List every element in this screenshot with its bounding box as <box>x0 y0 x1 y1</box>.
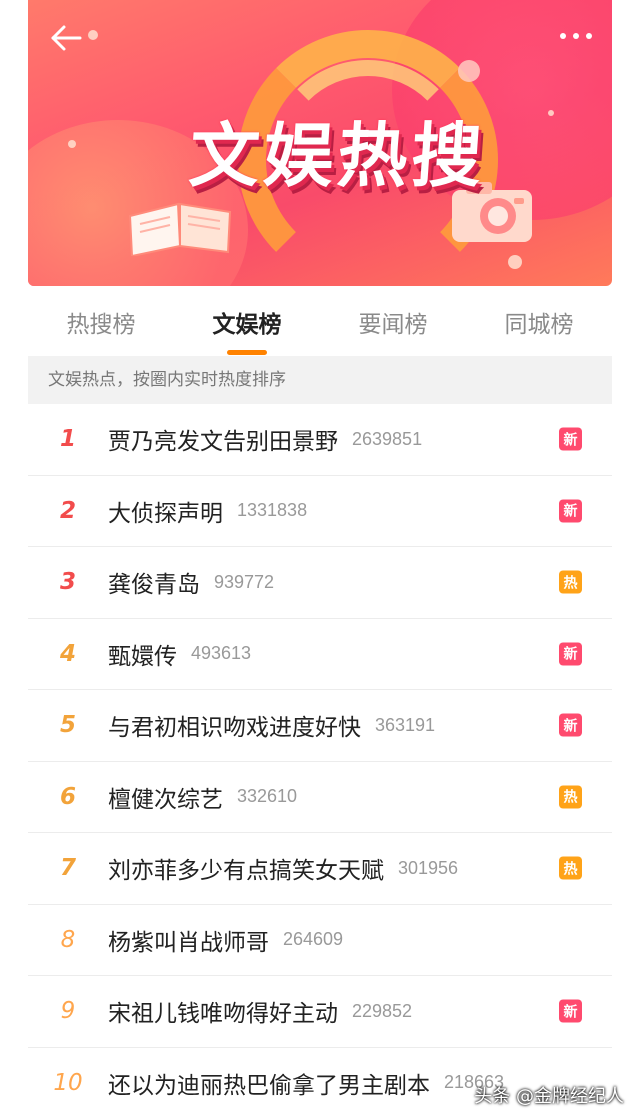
list-item[interactable]: 1 贾乃亮发文告别田景野 2639851 新 <box>28 404 612 476</box>
list-item[interactable]: 6 檀健次综艺 332610 热 <box>28 762 612 833</box>
watermark: 头条 @金牌经纪人 <box>474 1082 624 1108</box>
sparkle-dot <box>458 60 480 82</box>
rank-number: 9 <box>60 998 76 1025</box>
rank-number: 8 <box>60 926 76 953</box>
rank-number: 2 <box>59 497 76 524</box>
more-dots-icon <box>560 33 592 39</box>
topic-title[interactable]: 龚俊青岛 <box>108 565 200 599</box>
rank-number: 4 <box>59 640 76 667</box>
sparkle-dot <box>88 30 98 40</box>
topic-title[interactable]: 宋祖儿钱唯吻得好主动 <box>108 994 338 1028</box>
back-button[interactable] <box>44 18 88 58</box>
topic-title[interactable]: 与君初相识吻戏进度好快 <box>108 708 361 742</box>
topic-title[interactable]: 大侦探声明 <box>108 494 223 528</box>
back-arrow-icon <box>51 25 82 51</box>
sparkle-dot <box>68 140 76 148</box>
sparkle-dot <box>508 255 522 269</box>
topic-title[interactable]: 杨紫叫肖战师哥 <box>108 923 269 957</box>
heat-count: 2639851 <box>352 428 423 449</box>
watermark-text: 头条 @金牌经纪人 <box>474 1086 624 1107</box>
heat-count: 939772 <box>214 571 275 592</box>
list-item[interactable]: 3 龚俊青岛 939772 热 <box>28 547 612 619</box>
hot-badge: 热 <box>559 856 582 880</box>
banner: 文娱热搜 <box>28 0 612 286</box>
tab-bar: 热搜榜 文娱榜 要闻榜 同城榜 <box>28 290 612 354</box>
heat-count: 332610 <box>237 786 298 807</box>
heat-count: 1331838 <box>237 500 308 521</box>
hot-badge: 热 <box>559 570 582 594</box>
topic-title[interactable]: 甄嬛传 <box>108 637 177 671</box>
list-item[interactable]: 9 宋祖儿钱唯吻得好主动 229852 新 <box>28 976 612 1048</box>
tab-hot-search[interactable]: 热搜榜 <box>55 295 148 349</box>
more-button[interactable] <box>556 24 596 48</box>
heat-count: 363191 <box>375 714 436 735</box>
heat-count: 493613 <box>191 643 252 664</box>
rank-number: 3 <box>59 569 76 596</box>
new-badge: 新 <box>559 499 582 523</box>
list-item[interactable]: 7 刘亦菲多少有点搞笑女天赋 301956 热 <box>28 833 612 905</box>
banner-title: 文娱热搜 <box>186 114 489 197</box>
banner-title-wrap: 文娱热搜 <box>148 100 528 200</box>
list-item[interactable]: 4 甄嬛传 493613 新 <box>28 619 612 690</box>
topic-title[interactable]: 檀健次综艺 <box>108 780 223 814</box>
new-badge: 新 <box>559 999 582 1023</box>
list-item[interactable]: 8 杨紫叫肖战师哥 264609 <box>28 905 612 976</box>
topic-title[interactable]: 还以为迪丽热巴偷拿了男主剧本 <box>108 1066 430 1100</box>
sparkle-dot <box>548 110 554 116</box>
new-badge: 新 <box>559 427 582 451</box>
new-badge: 新 <box>559 642 582 666</box>
new-badge: 新 <box>559 713 582 737</box>
trending-list: 1 贾乃亮发文告别田景野 2639851 新 2 大侦探声明 1331838 新 3 龚俊青岛 93… <box>28 404 612 1118</box>
rank-number: 1 <box>59 426 76 453</box>
tab-entertainment[interactable]: 文娱榜 <box>201 295 294 349</box>
heat-count: 301956 <box>398 857 459 878</box>
heat-count: 229852 <box>352 1000 413 1021</box>
rank-number: 5 <box>59 712 76 739</box>
rank-number: 6 <box>59 783 76 810</box>
topic-title[interactable]: 刘亦菲多少有点搞笑女天赋 <box>108 851 384 885</box>
hot-badge: 热 <box>559 785 582 809</box>
list-item[interactable]: 2 大侦探声明 1331838 新 <box>28 476 612 547</box>
heat-count: 264609 <box>283 929 344 950</box>
list-item[interactable]: 5 与君初相识吻戏进度好快 363191 新 <box>28 690 612 762</box>
list-description: 文娱热点，按圈内实时热度排序 <box>28 356 612 404</box>
tab-local[interactable]: 同城榜 <box>493 295 586 349</box>
page: 文娱热搜 热搜榜 文娱榜 要闻榜 同城榜 文娱热点，按圈内实时热度排序 1 贾乃亮… <box>0 0 640 1118</box>
rank-number: 7 <box>59 855 76 882</box>
topic-title[interactable]: 贾乃亮发文告别田景野 <box>108 422 338 456</box>
rank-number: 10 <box>53 1069 83 1096</box>
tab-news[interactable]: 要闻榜 <box>347 295 440 349</box>
